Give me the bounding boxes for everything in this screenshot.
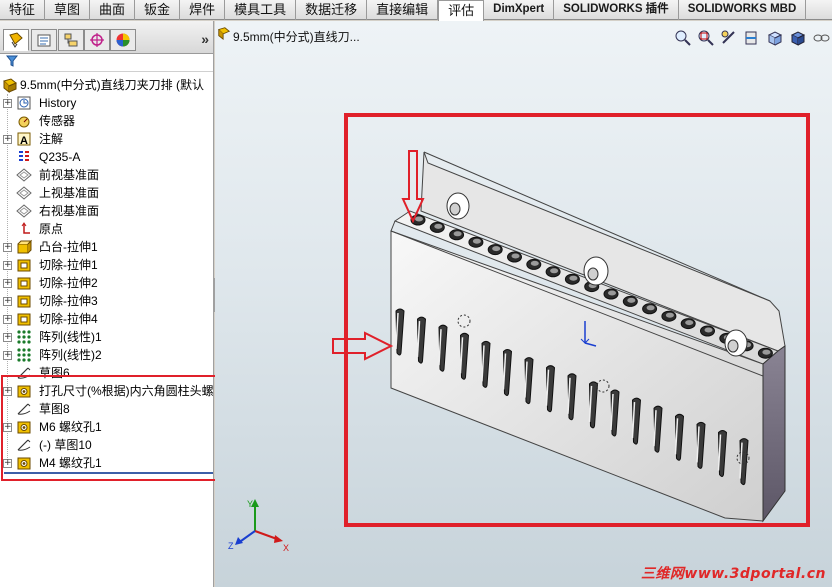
linear-pattern-icon <box>16 347 34 363</box>
tree-node[interactable]: 原点 <box>0 220 213 238</box>
tree-node[interactable]: + 切除-拉伸4 <box>0 310 213 328</box>
linear-pattern-icon <box>16 329 34 345</box>
tree-node-label: 凸台-拉伸1 <box>39 240 98 254</box>
part-icon <box>2 77 20 94</box>
tree-node-label: 阵列(线性)2 <box>39 348 102 362</box>
property-manager-icon[interactable] <box>31 29 57 51</box>
command-tab[interactable]: SOLIDWORKS MBD <box>679 0 807 20</box>
tree-node-label: Q235-A <box>39 150 81 164</box>
command-tab[interactable]: 模具工具 <box>225 0 297 20</box>
plane-icon <box>16 185 34 201</box>
tree-node-label: 注解 <box>39 132 64 146</box>
tree-node-label: 切除-拉伸4 <box>39 312 98 326</box>
tree-node-label: 前视基准面 <box>39 168 100 182</box>
configuration-manager-icon[interactable] <box>58 29 84 51</box>
tree-node[interactable]: + 切除-拉伸2 <box>0 274 213 292</box>
cut-extrude-icon <box>16 293 34 309</box>
cut-extrude-icon <box>16 311 34 327</box>
command-tab[interactable]: 草图 <box>45 0 91 20</box>
axis-y-label: Y <box>247 499 253 509</box>
material-icon <box>16 149 34 165</box>
highlight-box-tree <box>1 375 241 481</box>
tree-node[interactable]: + 切除-拉伸1 <box>0 256 213 274</box>
command-tab[interactable]: DimXpert <box>484 0 555 20</box>
tree-node-label: 上视基准面 <box>39 186 100 200</box>
expand-toggle[interactable]: + <box>3 243 12 252</box>
plane-icon <box>16 203 34 219</box>
coordinate-triad: Y X Z <box>228 499 289 551</box>
filter-icon[interactable] <box>5 54 19 68</box>
tree-node[interactable]: Q235-A <box>0 148 213 166</box>
sensor-icon <box>16 113 34 129</box>
cut-extrude-icon <box>16 257 34 273</box>
tree-node-label: 阵列(线性)1 <box>39 330 102 344</box>
expand-toggle[interactable]: + <box>3 351 12 360</box>
command-tab[interactable]: 焊件 <box>180 0 226 20</box>
heads-up-toolbar <box>674 29 830 47</box>
tree-node-label: 切除-拉伸2 <box>39 276 98 290</box>
tree-node[interactable]: 传感器 <box>0 112 213 130</box>
expand-toggle[interactable]: + <box>3 333 12 342</box>
tree-node-label: 传感器 <box>39 114 76 128</box>
tree-node[interactable]: 右视基准面 <box>0 202 213 220</box>
zoom-to-fit-icon[interactable] <box>674 29 692 47</box>
hide-show-icon[interactable] <box>812 29 830 47</box>
expand-toggle[interactable]: + <box>3 261 12 270</box>
tree-node[interactable]: + A 注解 <box>0 130 213 148</box>
dimxpert-manager-icon[interactable] <box>84 29 110 51</box>
history-icon <box>16 95 34 111</box>
panel-expand-button[interactable]: » <box>201 31 209 47</box>
tree-node[interactable]: + 阵列(线性)1 <box>0 328 213 346</box>
axis-x-label: X <box>283 543 289 551</box>
tree-node[interactable]: + 阵列(线性)2 <box>0 346 213 364</box>
command-tab[interactable]: 曲面 <box>90 0 136 20</box>
expand-toggle[interactable]: + <box>3 99 12 108</box>
feature-manager-panel: » 9.5mm(中分式)直线刀夹刀排 (默认 + History 传感器 + A 注解 Q2… <box>0 21 214 587</box>
expand-toggle[interactable]: + <box>3 297 12 306</box>
document-icon <box>217 26 231 43</box>
previous-view-icon[interactable] <box>720 29 738 47</box>
section-view-icon[interactable] <box>743 29 761 47</box>
command-manager-tabs: 特征 草图 曲面 钣金 焊件 模具工具 数据迁移 直接编辑 评估 DimXpert SOLIDWOR… <box>0 0 832 22</box>
plane-icon <box>16 167 34 183</box>
cut-extrude-icon <box>16 275 34 291</box>
command-tab[interactable]: 直接编辑 <box>367 0 439 20</box>
annotation-icon: A <box>16 131 34 147</box>
tree-root-label: 9.5mm(中分式)直线刀夹刀排 (默认 <box>20 78 204 92</box>
svg-text:A: A <box>20 135 28 147</box>
command-tab[interactable]: 数据迁移 <box>296 0 368 20</box>
origin-icon <box>16 221 34 237</box>
tree-node[interactable]: + History <box>0 94 213 112</box>
view-orientation-icon[interactable] <box>766 29 784 47</box>
axis-z-label: Z <box>228 541 234 551</box>
tree-filter[interactable] <box>0 54 213 72</box>
command-tab[interactable]: 钣金 <box>135 0 181 20</box>
watermark: 三维网www.3dportal.cn <box>640 566 826 582</box>
expand-toggle[interactable]: + <box>3 135 12 144</box>
display-style-icon[interactable] <box>789 29 807 47</box>
command-tab[interactable]: 评估 <box>438 0 485 22</box>
tree-node-label: 切除-拉伸1 <box>39 258 98 272</box>
boss-extrude-icon <box>16 239 34 255</box>
tree-root-part[interactable]: 9.5mm(中分式)直线刀夹刀排 (默认 <box>0 76 213 94</box>
tree-node[interactable]: + 凸台-拉伸1 <box>0 238 213 256</box>
tree-node[interactable]: 上视基准面 <box>0 184 213 202</box>
tree-node-label: 右视基准面 <box>39 204 100 218</box>
feature-manager-icon[interactable] <box>3 29 29 51</box>
command-tab[interactable]: 特征 <box>0 0 46 20</box>
tree-node[interactable]: 前视基准面 <box>0 166 213 184</box>
highlight-box-view <box>344 113 810 527</box>
zoom-area-icon[interactable] <box>697 29 715 47</box>
document-title: 9.5mm(中分式)直线刀... <box>233 30 360 44</box>
tree-node-label: 原点 <box>39 222 64 236</box>
graphics-area[interactable]: 9.5mm(中分式)直线刀... Y X Z 三维网www.3dportal.c… <box>215 21 832 587</box>
display-manager-icon[interactable] <box>110 29 136 51</box>
tree-node[interactable]: + 切除-拉伸3 <box>0 292 213 310</box>
expand-toggle[interactable]: + <box>3 315 12 324</box>
tree-node-label: History <box>39 96 77 110</box>
manager-tabs: » <box>0 21 213 54</box>
command-tab[interactable]: SOLIDWORKS 插件 <box>554 0 679 20</box>
expand-toggle[interactable]: + <box>3 279 12 288</box>
tree-node-label: 切除-拉伸3 <box>39 294 98 308</box>
